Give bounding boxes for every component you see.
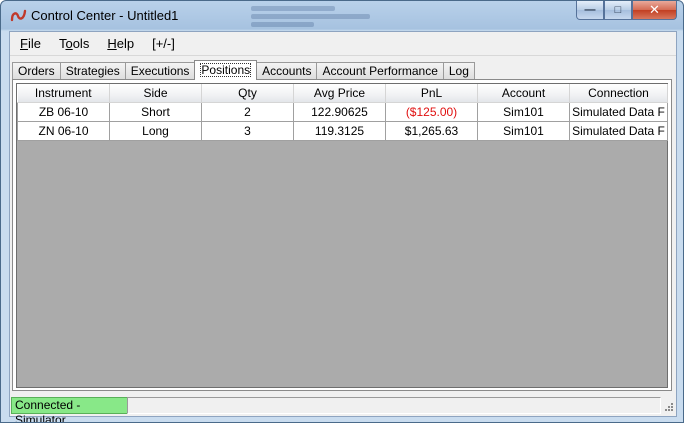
tab-log[interactable]: Log xyxy=(442,62,475,80)
column-header-connection[interactable]: Connection xyxy=(569,84,668,103)
column-header-qty[interactable]: Qty xyxy=(201,84,294,103)
cell-qty: 2 xyxy=(201,102,294,122)
cell-side: Short xyxy=(109,102,202,122)
minimize-button[interactable]: — xyxy=(576,1,604,20)
cell-account: Sim101 xyxy=(477,102,570,122)
menu-toggle[interactable]: [+/-] xyxy=(144,36,183,51)
cell-connection: Simulated Data F xyxy=(569,102,668,122)
cell-pnl: $1,265.63 xyxy=(385,121,478,141)
tab-account-performance[interactable]: Account Performance xyxy=(316,62,444,80)
caption-buttons: — □ ✕ xyxy=(576,1,677,20)
cell-instrument: ZB 06-10 xyxy=(17,102,110,122)
tab-positions-label: Positions xyxy=(200,63,252,77)
menu-bar: File Tools Help [+/-] xyxy=(10,32,676,54)
tab-accounts[interactable]: Accounts xyxy=(256,62,318,80)
client-area: File Tools Help [+/-] Orders Strategies … xyxy=(9,31,677,422)
positions-table: Instrument Side Qty Avg Price PnL Accoun… xyxy=(17,84,668,141)
ninja-logo-icon xyxy=(10,9,27,22)
header-row: Instrument Side Qty Avg Price PnL Accoun… xyxy=(17,84,668,103)
menu-divider xyxy=(10,55,676,56)
cell-pnl: ($125.00) xyxy=(385,102,478,122)
column-header-instrument[interactable]: Instrument xyxy=(17,84,110,103)
status-bar: Connected - Simulator xyxy=(10,396,676,422)
cell-avg-price: 119.3125 xyxy=(293,121,386,141)
column-header-pnl[interactable]: PnL xyxy=(385,84,478,103)
tab-orders[interactable]: Orders xyxy=(12,62,61,80)
cell-connection: Simulated Data F xyxy=(569,121,668,141)
connection-status[interactable]: Connected - Simulator xyxy=(11,397,128,422)
positions-panel: Instrument Side Qty Avg Price PnL Accoun… xyxy=(12,79,672,391)
cell-qty: 3 xyxy=(201,121,294,141)
menu-tools[interactable]: Tools xyxy=(51,36,97,51)
positions-grid[interactable]: Instrument Side Qty Avg Price PnL Accoun… xyxy=(16,83,668,388)
minimize-icon: — xyxy=(584,4,596,16)
close-button[interactable]: ✕ xyxy=(632,1,677,20)
column-header-side[interactable]: Side xyxy=(109,84,202,103)
tab-strategies[interactable]: Strategies xyxy=(59,62,126,80)
background-window-ghost xyxy=(251,3,391,27)
cell-side: Long xyxy=(109,121,202,141)
window-title: Control Center - Untitled1 xyxy=(31,8,179,23)
table-row[interactable]: ZN 06-10 Long 3 119.3125 $1,265.63 Sim10… xyxy=(17,121,668,141)
title-bar[interactable]: Control Center - Untitled1 — □ ✕ xyxy=(1,1,683,31)
tab-strip: Orders Strategies Executions Positions A… xyxy=(12,60,475,80)
tab-positions[interactable]: Positions xyxy=(194,60,258,80)
column-header-account[interactable]: Account xyxy=(477,84,570,103)
maximize-icon: □ xyxy=(614,4,622,16)
cell-avg-price: 122.90625 xyxy=(293,102,386,122)
table-row[interactable]: ZB 06-10 Short 2 122.90625 ($125.00) Sim… xyxy=(17,102,668,122)
menu-help[interactable]: Help xyxy=(99,36,142,51)
close-icon: ✕ xyxy=(649,2,660,17)
maximize-button[interactable]: □ xyxy=(604,1,632,20)
control-center-window: Control Center - Untitled1 — □ ✕ File To… xyxy=(0,0,684,423)
cell-account: Sim101 xyxy=(477,121,570,141)
cell-instrument: ZN 06-10 xyxy=(17,121,110,141)
status-panel xyxy=(127,397,661,414)
column-header-avg-price[interactable]: Avg Price xyxy=(293,84,386,103)
tab-executions[interactable]: Executions xyxy=(124,62,196,80)
resize-grip-icon[interactable] xyxy=(663,401,674,412)
menu-file[interactable]: File xyxy=(12,36,49,51)
